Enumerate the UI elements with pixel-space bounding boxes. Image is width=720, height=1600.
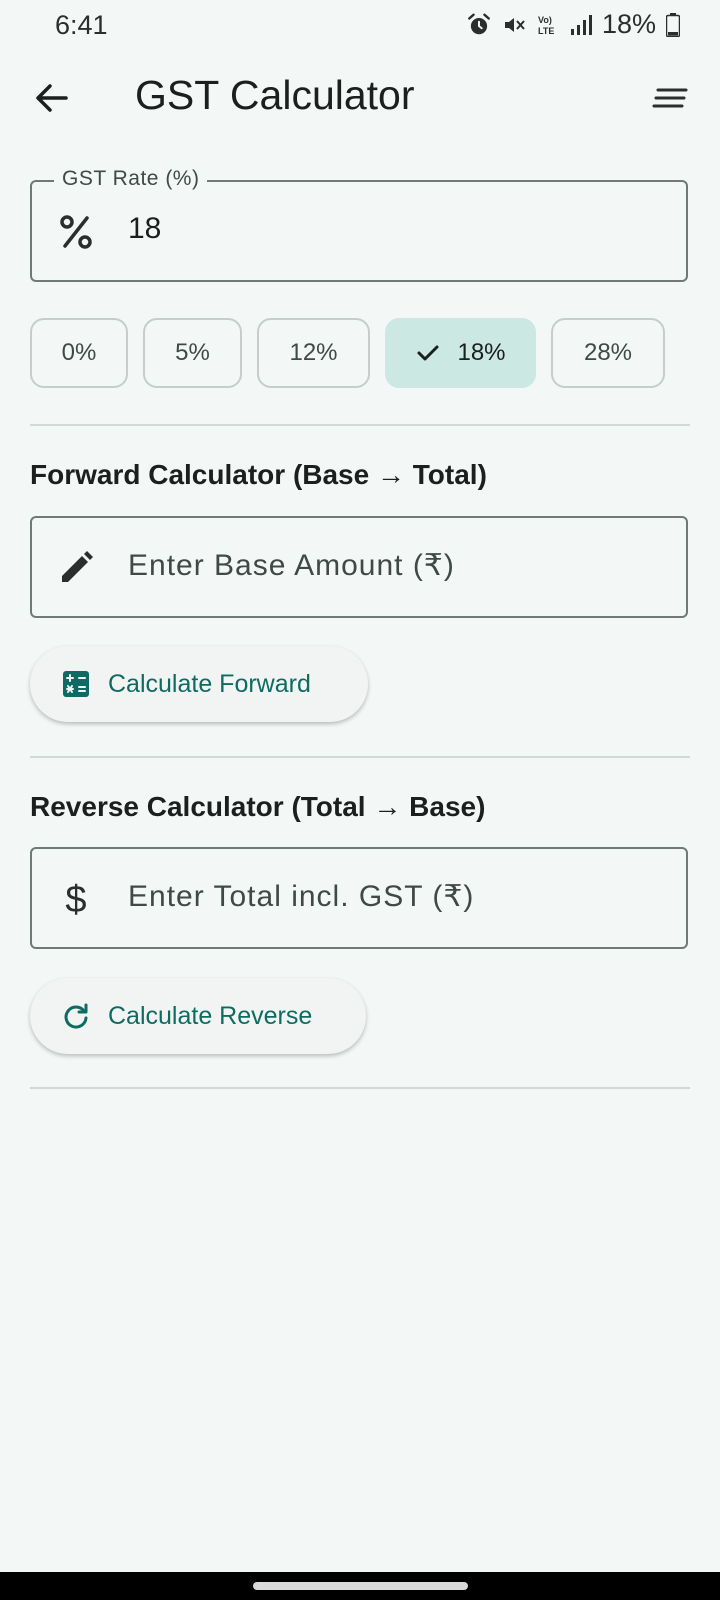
alarm-icon [468, 13, 490, 34]
base-amount-placeholder: Enter Base Amount (₹) [128, 549, 455, 582]
battery-icon [666, 12, 680, 37]
svg-text:LTE: LTE [538, 26, 554, 36]
gst-rate-label: GST Rate (%) [54, 167, 208, 191]
chip-label: 28% [583, 339, 633, 366]
menu-button[interactable] [646, 74, 694, 122]
check-icon [417, 345, 439, 361]
refresh-icon [64, 1003, 88, 1029]
chip-rate-12[interactable]: 12% [257, 318, 370, 388]
percent-icon [60, 215, 92, 249]
svg-text:Vo): Vo) [538, 15, 552, 25]
menu-icon [652, 88, 688, 108]
signal-icon [570, 14, 592, 35]
chip-rate-28[interactable]: 28% [551, 318, 665, 388]
total-amount-input[interactable]: $ Enter Total incl. GST (₹) [30, 847, 688, 949]
mute-icon [504, 17, 525, 32]
status-time: 6:41 [55, 10, 108, 40]
system-nav-bar [0, 1572, 720, 1600]
total-amount-placeholder: Enter Total incl. GST (₹) [128, 880, 475, 913]
chip-label: 0% [61, 339, 97, 366]
home-handle[interactable] [253, 1582, 468, 1590]
app-bar: GST Calculator [0, 60, 720, 136]
status-icons: Vo) LTE 18% [466, 9, 680, 40]
status-bar: 6:41 Vo) LTE 18% [0, 0, 720, 52]
chip-rate-0[interactable]: 0% [30, 318, 128, 388]
calculate-reverse-button[interactable]: Calculate Reverse [30, 978, 366, 1054]
arrow-back-icon [36, 84, 68, 112]
chip-rate-5[interactable]: 5% [143, 318, 242, 388]
dollar-icon: $ [65, 879, 86, 919]
calculate-reverse-label: Calculate Reverse [108, 1001, 313, 1030]
volte-icon: Vo) LTE [538, 15, 554, 36]
gst-rate-field[interactable]: GST Rate (%) 18 [30, 167, 688, 282]
edit-pencil-icon [62, 551, 93, 582]
svg-text:$: $ [65, 879, 86, 919]
calculate-forward-button[interactable]: Calculate Forward [30, 646, 368, 722]
page-title: GST Calculator [135, 72, 415, 118]
divider [30, 756, 690, 758]
base-amount-input[interactable]: Enter Base Amount (₹) [30, 516, 688, 618]
calculator-icon [63, 671, 89, 697]
back-button[interactable] [28, 74, 76, 122]
forward-section-title: Forward Calculator (Base → Total) [30, 459, 487, 490]
battery-percent: 18% [601, 9, 656, 39]
divider [30, 1087, 690, 1089]
divider [30, 424, 690, 426]
reverse-section-title: Reverse Calculator (Total → Base) [30, 791, 486, 822]
chip-label: 18% [457, 339, 506, 366]
chip-label: 12% [289, 339, 338, 366]
chip-label: 5% [175, 339, 210, 366]
chip-rate-18[interactable]: 18% [385, 318, 536, 388]
calculate-forward-label: Calculate Forward [108, 669, 311, 698]
gst-rate-value: 18 [128, 212, 162, 245]
